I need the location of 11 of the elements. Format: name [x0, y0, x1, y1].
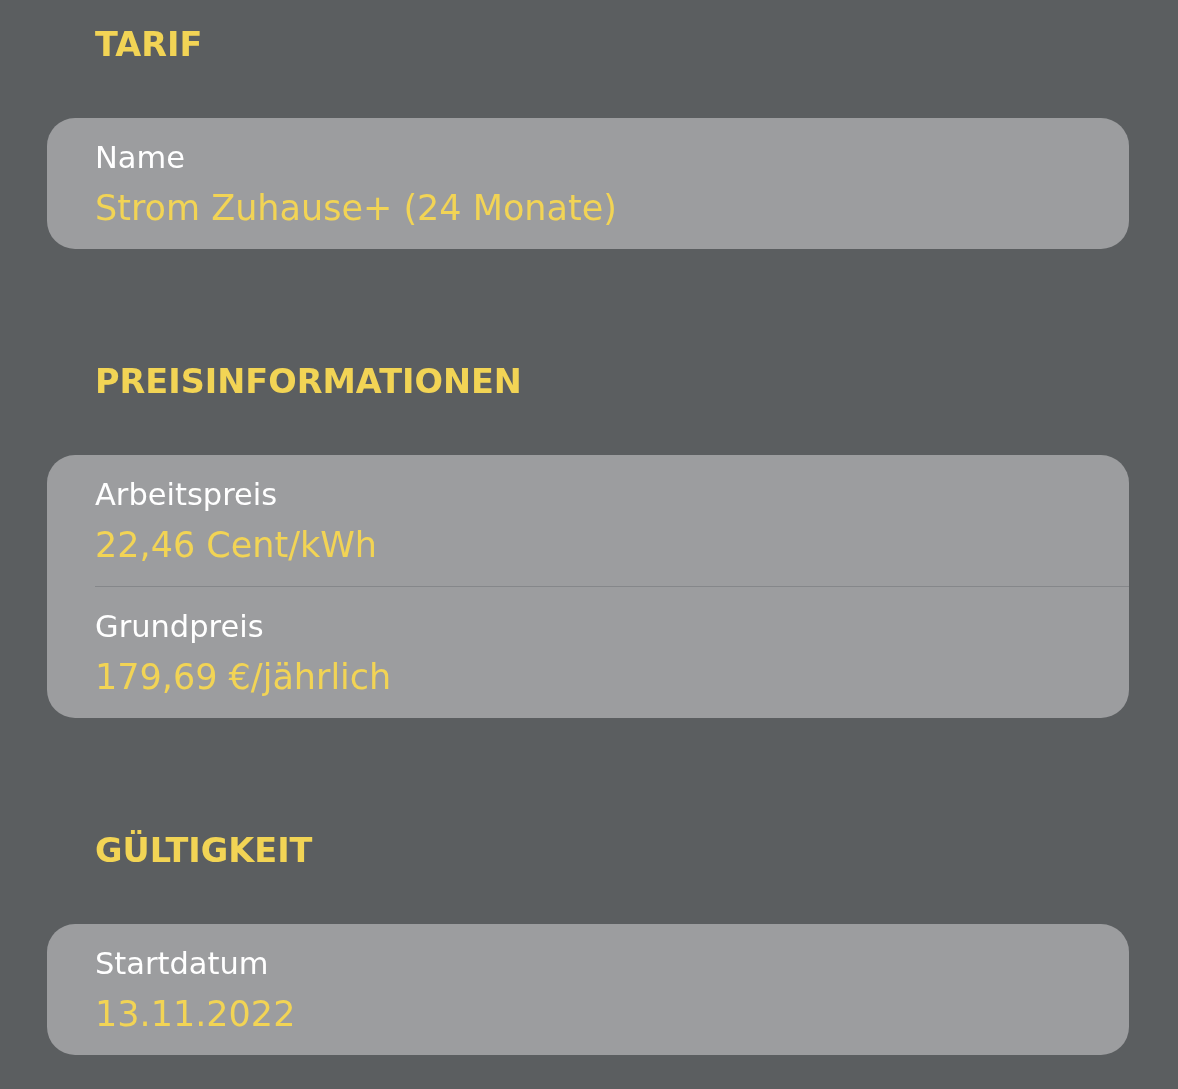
field-value: 13.11.2022 [95, 993, 296, 1036]
field-label: Startdatum [95, 945, 269, 983]
field-label: Grundpreis [95, 608, 264, 646]
field-value: 179,69 €/jährlich [95, 656, 392, 699]
section-heading: TARIF [95, 24, 203, 66]
field-label: Arbeitspreis [95, 476, 278, 514]
field-value: 22,46 Cent/kWh [95, 524, 378, 567]
section-heading: PREISINFORMATIONEN [95, 361, 522, 403]
field-label: Name [95, 139, 185, 177]
field-value: Strom Zuhause+ (24 Monate) [95, 187, 617, 230]
section-heading: GÜLTIGKEIT [95, 829, 313, 872]
